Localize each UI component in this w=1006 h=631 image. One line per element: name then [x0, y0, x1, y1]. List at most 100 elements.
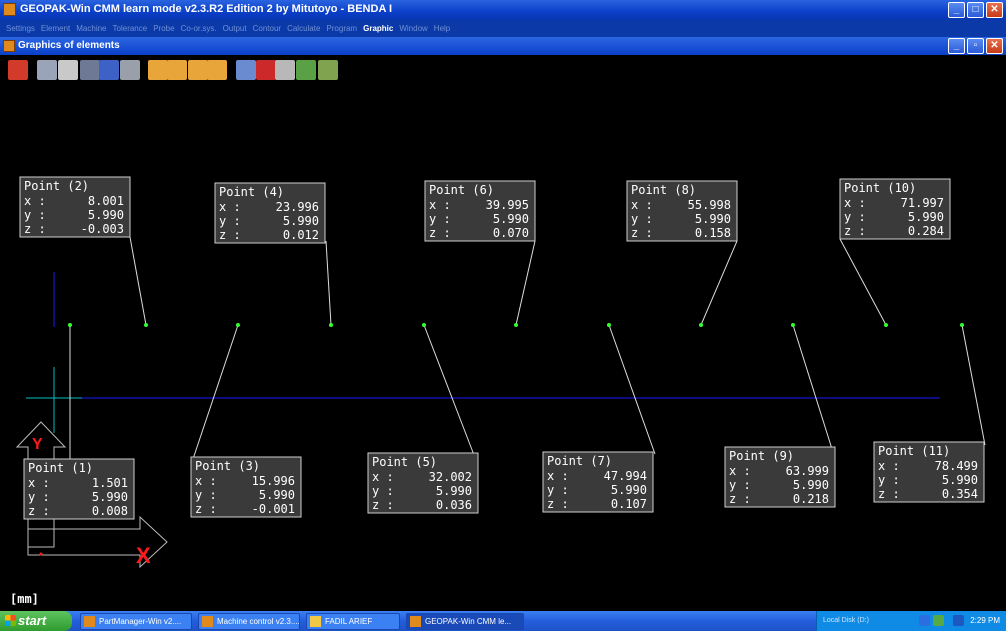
coord-value-x: 55.998 — [688, 198, 731, 212]
pan-hand-icon[interactable] — [58, 60, 78, 80]
language-icon[interactable] — [953, 615, 964, 626]
antivirus-icon[interactable] — [933, 615, 944, 626]
menu-window[interactable]: Window — [399, 24, 427, 33]
view-3d-icon[interactable] — [207, 60, 227, 80]
element-icon[interactable] — [296, 60, 316, 80]
coord-label-x: x : — [878, 459, 900, 473]
taskbar-button-2[interactable]: Machine control v2.3.... — [198, 613, 300, 630]
coord-label-y: y : — [631, 212, 653, 226]
view-xy-icon[interactable] — [148, 60, 168, 80]
tray-disk-label: Local Disk (D:) — [823, 617, 869, 624]
menu-output[interactable]: Output — [223, 24, 247, 33]
child-minimize-button[interactable]: _ — [948, 38, 965, 54]
menu-calculate[interactable]: Calculate — [287, 24, 320, 33]
coord-value-z: 0.158 — [695, 226, 731, 240]
point-marker[interactable] — [329, 323, 333, 327]
close-button[interactable]: ✕ — [986, 2, 1003, 18]
coord-value-y: 5.990 — [493, 212, 529, 226]
point-marker[interactable] — [514, 323, 518, 327]
coord-value-z: 0.036 — [436, 498, 472, 512]
taskbar-button-4[interactable]: GEOPAK-Win CMM le... — [406, 613, 524, 630]
maximize-button[interactable]: □ — [967, 2, 984, 18]
point-marker[interactable] — [791, 323, 795, 327]
measured-point-2[interactable]: Point (2)x : 8.001 y : 5.990 z : -0.003 — [19, 176, 148, 327]
menu-tolerance[interactable]: Tolerance — [113, 24, 148, 33]
menu-bar: Settings Element Machine Tolerance Probe Co-o… — [0, 20, 1006, 37]
point-marker[interactable] — [422, 323, 426, 327]
view-yz-icon[interactable] — [188, 60, 208, 80]
minimize-button[interactable]: _ — [948, 2, 965, 18]
taskbar: start PartManager-Win v2.... Machine cont… — [0, 611, 1006, 631]
menu-graphic[interactable]: Graphic — [363, 24, 393, 33]
point-marker[interactable] — [607, 323, 611, 327]
measured-point-8[interactable]: Point (8)x : 55.998 y : 5.990 z : 0.158 — [626, 180, 738, 327]
menu-help[interactable]: Help — [434, 24, 450, 33]
coord-value-x: 8.001 — [88, 194, 124, 208]
leader-line — [608, 324, 656, 455]
network-icon[interactable] — [919, 615, 930, 626]
taskbar-button-1[interactable]: PartManager-Win v2.... — [80, 613, 192, 630]
coord-label-x: x : — [219, 200, 241, 214]
child-close-button[interactable]: ✕ — [986, 38, 1003, 54]
coord-value-x: 32.002 — [429, 470, 472, 484]
measured-point-9[interactable]: Point (9)x : 63.999 y : 5.990 z : 0.218 — [724, 323, 836, 508]
child-restore-button[interactable]: ▫ — [967, 38, 984, 54]
coord-label-x: x : — [729, 464, 751, 478]
target-icon[interactable] — [120, 60, 140, 80]
scenery-icon[interactable] — [318, 60, 338, 80]
point-name: Point (2) — [24, 179, 89, 193]
taskbar-button-3[interactable]: FADIL ARIEF — [306, 613, 400, 630]
taskbar-button-label: FADIL ARIEF — [325, 617, 373, 626]
measured-point-7[interactable]: Point (7)x : 47.994 y : 5.990 z : 0.107 — [542, 323, 656, 513]
point-marker[interactable] — [699, 323, 703, 327]
measure-icon[interactable] — [80, 60, 100, 80]
coord-label-y: y : — [195, 488, 217, 502]
menu-contour[interactable]: Contour — [253, 24, 281, 33]
coord-label-y: y : — [729, 478, 751, 492]
measured-point-1[interactable]: Point (1)x : 1.501 y : 5.990 z : 0.008 — [23, 323, 135, 520]
taskbar-button-label: GEOPAK-Win CMM le... — [425, 617, 512, 626]
measured-point-5[interactable]: Point (5)x : 32.002 y : 5.990 z : 0.036 — [367, 323, 479, 514]
zoom-icon[interactable] — [37, 60, 57, 80]
probe-icon[interactable] — [99, 60, 119, 80]
point-marker[interactable] — [236, 323, 240, 327]
point-marker[interactable] — [960, 323, 964, 327]
color-icon[interactable] — [236, 60, 256, 80]
menu-settings[interactable]: Settings — [6, 24, 35, 33]
menu-element[interactable]: Element — [41, 24, 70, 33]
point-name: Point (8) — [631, 183, 696, 197]
coord-label-y: y : — [429, 212, 451, 226]
graphics-canvas[interactable]: Y X Point (1)x :1.501y :5.990z :0.008Poi… — [0, 87, 1006, 589]
coord-label-x: x : — [429, 198, 451, 212]
menu-program[interactable]: Program — [326, 24, 357, 33]
coord-value-x: 63.999 — [786, 464, 829, 478]
rotate-icon[interactable] — [275, 60, 295, 80]
leader-line — [700, 240, 738, 326]
measured-point-10[interactable]: Point (10)x : 71.997 y : 5.990 z : 0.284 — [839, 178, 951, 327]
measured-point-4[interactable]: Point (4)x : 23.996 y : 5.990 z : 0.012 — [214, 182, 333, 327]
menu-probe[interactable]: Probe — [153, 24, 174, 33]
child-title-bar: Graphics of elements _ ▫ ✕ — [0, 37, 1006, 55]
point-marker[interactable] — [68, 323, 72, 327]
graphics-toolbar — [0, 55, 1006, 87]
child-window-icon — [3, 40, 15, 52]
menu-co-or-sys[interactable]: Co-or.sys. — [181, 24, 217, 33]
point-marker[interactable] — [884, 323, 888, 327]
start-button[interactable]: start — [0, 611, 72, 631]
coord-value-z: -0.001 — [252, 502, 295, 516]
view-xz-icon[interactable] — [167, 60, 187, 80]
delete-icon[interactable] — [8, 60, 28, 80]
measured-point-11[interactable]: Point (11)x : 78.499 y : 5.990 z : 0.354 — [873, 323, 986, 503]
app-window: GEOPAK-Win CMM learn mode v2.3.R2 Editio… — [0, 0, 1006, 631]
point-name: Point (1) — [28, 461, 93, 475]
child-window-title: Graphics of elements — [18, 40, 120, 51]
point-name: Point (6) — [429, 183, 494, 197]
system-tray: Local Disk (D:) 2:29 PM — [816, 611, 1006, 631]
measured-point-3[interactable]: Point (3)x : 15.996 y : 5.990 z : -0.001 — [190, 323, 302, 518]
coord-value-x: 47.994 — [604, 469, 647, 483]
point-icon[interactable] — [256, 60, 276, 80]
menu-machine[interactable]: Machine — [76, 24, 106, 33]
measured-point-6[interactable]: Point (6)x : 39.995 y : 5.990 z : 0.070 — [424, 180, 536, 327]
taskbar-button-label: PartManager-Win v2.... — [99, 617, 182, 626]
point-marker[interactable] — [144, 323, 148, 327]
